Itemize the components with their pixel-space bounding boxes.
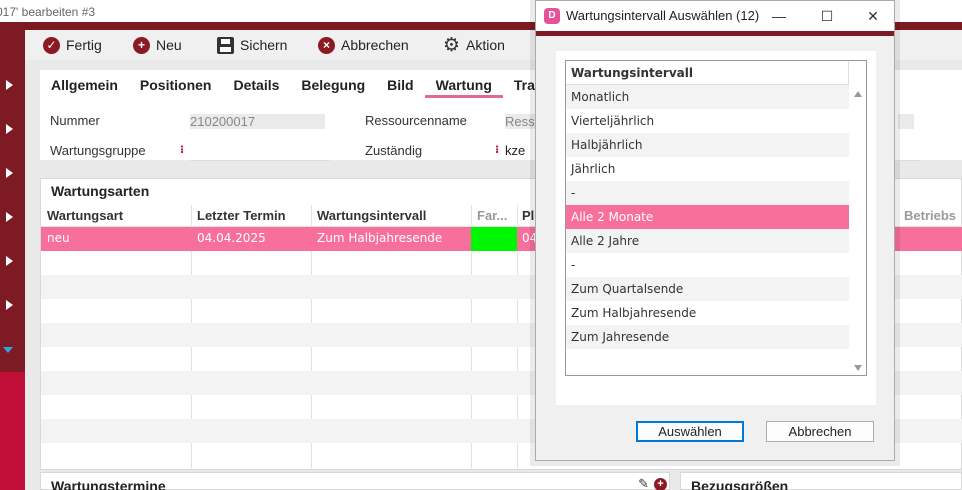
- bezugsgroessen-title: Bezugsgrößen: [691, 478, 789, 490]
- column-header-betriebs[interactable]: Betriebs: [904, 208, 956, 223]
- action-button[interactable]: ⚙ Aktion: [443, 34, 505, 56]
- sidebar-lower-section: [0, 372, 25, 490]
- bezugsgroessen-panel: Bezugsgrößen: [680, 472, 962, 490]
- wartungstermine-title: Wartungstermine: [51, 478, 166, 490]
- wartungsgruppe-field[interactable]: [190, 160, 330, 161]
- tab-bar: Allgemein Positionen Details Belegung Bi…: [40, 70, 554, 100]
- sidebar-expand-icon[interactable]: [6, 300, 13, 310]
- window-title: 017' bearbeiten #3: [0, 5, 96, 19]
- plus-icon: +: [133, 36, 150, 54]
- checkmark-icon: ✓: [43, 36, 60, 54]
- minimize-button[interactable]: —: [764, 5, 794, 27]
- list-item[interactable]: Zum Halbjahresende: [566, 301, 849, 325]
- cross-icon: ×: [318, 36, 335, 54]
- column-header-wartungsintervall[interactable]: Wartungsintervall: [317, 208, 426, 223]
- sidebar-expand-icon[interactable]: [6, 256, 13, 266]
- done-label: Fertig: [66, 37, 102, 53]
- list-item[interactable]: Zum Quartalsende: [566, 277, 849, 301]
- zustaendig-label: Zuständig: [365, 143, 423, 158]
- dialog-title: Wartungsintervall Auswählen (12): [566, 8, 760, 23]
- column-header-wartungsart[interactable]: Wartungsart: [47, 208, 123, 223]
- cancel-button[interactable]: × Abbrechen: [318, 34, 409, 56]
- dialog-body: Wartungsintervall Monatlich Vierteljährl…: [556, 51, 876, 405]
- list-item[interactable]: Halbjährlich: [566, 133, 849, 157]
- tab-details[interactable]: Details: [222, 70, 290, 98]
- new-button[interactable]: + Neu: [133, 34, 182, 56]
- required-marker: ⁝: [180, 144, 185, 156]
- list-item[interactable]: Alle 2 Jahre: [566, 229, 849, 253]
- cell-letzter-termin: 04.04.2025: [197, 231, 266, 245]
- select-button[interactable]: Auswählen: [636, 421, 744, 442]
- list-item[interactable]: Monatlich: [566, 85, 849, 109]
- gear-icon: ⚙: [443, 34, 461, 56]
- column-header-farbe[interactable]: Far...: [477, 208, 507, 223]
- new-label: Neu: [156, 37, 182, 53]
- sidebar-collapse-icon[interactable]: [3, 347, 13, 353]
- ressourcenname-field-end: [898, 114, 914, 129]
- wartungsgruppe-label: Wartungsgruppe: [50, 143, 146, 158]
- sidebar-expand-icon[interactable]: [6, 80, 13, 90]
- list-header[interactable]: Wartungsintervall: [566, 61, 849, 85]
- action-label: Aktion: [466, 37, 505, 53]
- tab-positionen[interactable]: Positionen: [129, 70, 223, 98]
- cell-wartungsintervall: Zum Halbjahresende: [317, 231, 443, 245]
- zustaendig-field[interactable]: kze: [505, 143, 525, 158]
- wartungsarten-title: Wartungsarten: [51, 183, 150, 199]
- list-item[interactable]: -: [566, 253, 849, 277]
- dialog-cancel-button[interactable]: Abbrechen: [766, 421, 874, 442]
- list-scrollbar[interactable]: [850, 85, 866, 375]
- scroll-up-icon[interactable]: [854, 91, 862, 97]
- tab-belegung[interactable]: Belegung: [290, 70, 376, 98]
- pencil-icon[interactable]: ✎: [638, 476, 649, 490]
- save-button[interactable]: Sichern: [217, 34, 287, 56]
- nummer-field[interactable]: 210200017: [190, 114, 325, 129]
- close-button[interactable]: ✕: [858, 5, 888, 27]
- save-label: Sichern: [240, 37, 288, 53]
- dialog-accent-bar: [536, 31, 894, 36]
- scroll-down-icon[interactable]: [854, 365, 862, 371]
- left-sidebar: [0, 22, 25, 490]
- dialog-title-bar[interactable]: D Wartungsintervall Auswählen (12) — ☐ ✕: [536, 1, 894, 31]
- list-item[interactable]: -: [566, 181, 849, 205]
- nummer-label: Nummer: [50, 113, 100, 128]
- tab-allgemein[interactable]: Allgemein: [40, 70, 129, 98]
- list-item[interactable]: Zum Jahresende: [566, 325, 849, 349]
- ressourcenname-label: Ressourcenname: [365, 113, 467, 128]
- list-item[interactable]: Vierteljährlich: [566, 109, 849, 133]
- app-icon: D: [544, 8, 560, 24]
- list-item[interactable]: Jährlich: [566, 157, 849, 181]
- cancel-label: Abbrechen: [341, 37, 409, 53]
- sidebar-expand-icon[interactable]: [6, 124, 13, 134]
- column-header-letzter-termin[interactable]: Letzter Termin: [197, 208, 286, 223]
- sidebar-expand-icon[interactable]: [6, 212, 13, 222]
- wartungstermine-panel: Wartungstermine ✎ +: [40, 472, 670, 490]
- tab-wartung[interactable]: Wartung: [424, 70, 503, 98]
- maximize-button[interactable]: ☐: [812, 5, 842, 27]
- done-button[interactable]: ✓ Fertig: [43, 34, 102, 56]
- wartungsintervall-dialog: D Wartungsintervall Auswählen (12) — ☐ ✕…: [535, 0, 895, 461]
- cell-wartungsart: neu: [47, 231, 70, 245]
- list-item-selected[interactable]: Alle 2 Monate: [566, 205, 849, 229]
- add-icon[interactable]: +: [654, 478, 667, 490]
- zustaendig-field-underline: [898, 160, 920, 161]
- tab-bild[interactable]: Bild: [376, 70, 424, 98]
- floppy-disk-icon: [217, 36, 234, 54]
- required-marker: ⁝: [495, 144, 500, 156]
- sidebar-expand-icon[interactable]: [6, 168, 13, 178]
- color-swatch-cell: [471, 227, 517, 251]
- wartungsintervall-list: Wartungsintervall Monatlich Vierteljährl…: [565, 60, 867, 376]
